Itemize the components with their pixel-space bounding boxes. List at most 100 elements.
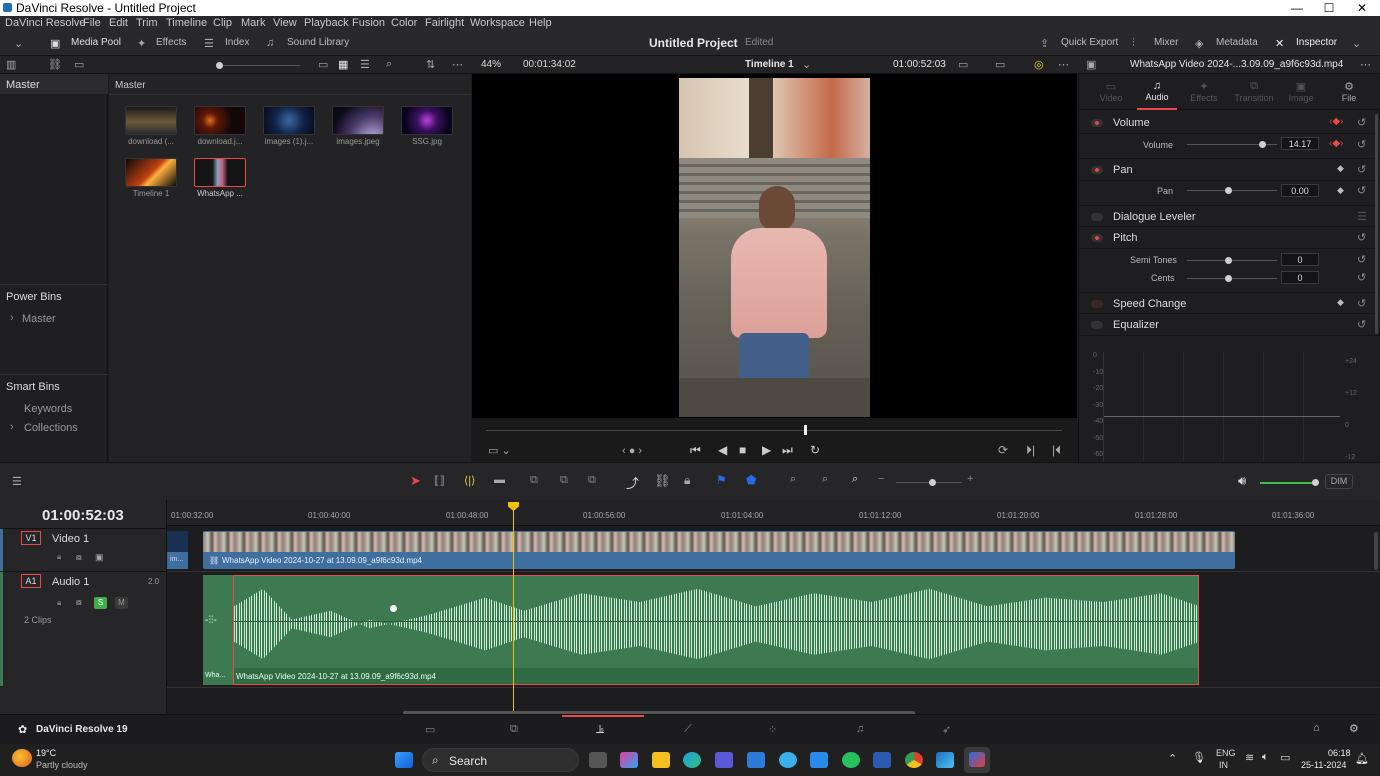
timeline-options-icon[interactable]: ☰ [12,475,22,488]
whatsapp-icon[interactable] [842,752,860,768]
zoom-slider-knob[interactable] [929,479,936,486]
semitones-knob[interactable] [1225,257,1232,264]
index-button[interactable]: Index [225,37,249,48]
inspector-scrollbar[interactable] [1375,114,1378,334]
chat-icon[interactable]: ▭ [74,58,84,71]
clock-time[interactable]: 06:18 [1328,748,1351,758]
chrome-icon[interactable] [905,752,923,768]
speed-enable-toggle[interactable] [1091,300,1103,308]
keyframe-icon[interactable]: ◆ [1337,163,1344,174]
menu-color[interactable]: Color [391,17,417,29]
keyframe-icon[interactable]: ‹◆› [1329,138,1343,149]
media-page-icon[interactable]: ▭ [425,723,435,736]
reset-icon[interactable]: ↺ [1357,271,1366,284]
clock-date[interactable]: 25-11-2024 [1301,760,1346,770]
match-frame-icon[interactable]: ⟳ [998,443,1008,457]
more-options-icon[interactable]: ⋯ [1360,58,1371,71]
notification-bell-icon[interactable]: 🔔︎ [1355,752,1369,765]
lock-icon[interactable]: 🔒︎ [684,473,690,488]
next-edit-icon[interactable]: ⏵| [1026,443,1035,458]
zoom-out-icon[interactable]: − [878,473,884,485]
word-icon[interactable] [873,752,891,768]
menu-playback[interactable]: Playback [304,17,349,29]
power-bin-master[interactable]: Master [22,313,56,325]
media-clip-1[interactable]: download.j... [194,106,246,146]
video-enable-icon[interactable]: ▣ [95,552,104,563]
menu-davinci[interactable]: DaVinci Resolve [5,17,86,29]
a1-track-id[interactable]: A1 [21,574,41,588]
equalizer-enable-toggle[interactable] [1091,321,1103,329]
reset-icon[interactable]: ↺ [1357,116,1366,129]
effects-button[interactable]: Effects [156,37,186,48]
equalizer-header[interactable]: Equalizer ↺ [1079,314,1380,336]
file-explorer-icon[interactable] [652,752,670,768]
zoom-in-icon[interactable]: + [967,473,973,485]
lock-icon[interactable]: 🔒︎ [57,552,61,562]
insert-clip-icon[interactable]: ⧉ [530,474,538,487]
volume-slider-knob[interactable] [1259,141,1266,148]
maximize-button[interactable]: ☐ [1312,0,1346,16]
photos-icon[interactable] [936,752,954,768]
speaker-icon[interactable]: 🔊︎ [1238,473,1246,489]
quick-export-button[interactable]: Quick Export [1061,37,1118,48]
timeline-ruler[interactable]: 01:00:32:00 01:00:40:00 01:00:48:00 01:0… [167,500,1380,526]
equalizer-graph[interactable] [1103,352,1340,462]
zoom-detail-icon[interactable]: ⌕ [822,473,828,486]
link-icon[interactable]: ⛓ [654,473,671,489]
semitones-slider[interactable] [1187,260,1277,261]
media-clip-0[interactable]: download (... [125,106,177,146]
track-scrollbar[interactable] [1374,532,1378,570]
more-options-icon[interactable]: ⋯ [1058,58,1069,71]
reset-icon[interactable]: ↺ [1357,253,1366,266]
viewer-zoom[interactable]: 44% [481,59,501,70]
reset-icon[interactable]: ↺ [1357,231,1366,244]
language-indicator[interactable]: ENG [1216,748,1236,758]
media-clip-6[interactable]: WhatsApp ... [194,158,246,198]
menu-mark[interactable]: Mark [241,17,265,29]
pan-slider[interactable] [1187,190,1277,191]
reset-icon[interactable]: ↺ [1357,297,1366,310]
menu-icon[interactable]: ☰ [1357,210,1367,223]
chevron-right-icon[interactable]: › [10,312,14,324]
dynamic-trim-icon[interactable]: ⟨|⟩ [464,474,475,487]
cents-slider[interactable] [1187,278,1277,279]
reset-icon[interactable]: ↺ [1357,138,1366,151]
menu-help[interactable]: Help [529,17,552,29]
volume-icon[interactable]: 🔈︎ [1262,751,1269,764]
fairlight-page-icon[interactable]: ♫ [856,723,864,735]
tab-transition[interactable]: ⧉ Transition [1229,80,1279,103]
keyframe-icon[interactable]: ‹◆› [1329,116,1343,127]
mail-icon[interactable] [747,752,765,768]
flag-icon[interactable]: ⚑ [716,473,727,487]
solo-button[interactable]: S [94,597,107,609]
keyframe-icon[interactable]: ◆ [1337,185,1344,196]
image-clip[interactable]: im... [167,531,188,569]
output-icon[interactable]: ▭ [995,58,1005,71]
zoom-fit-icon[interactable]: ⌕ [790,473,796,486]
volume-field[interactable]: 14.17 [1281,137,1319,150]
task-view-icon[interactable] [589,752,607,768]
more-options-icon[interactable]: ⋯ [452,58,463,71]
reset-icon[interactable]: ↺ [1357,163,1366,176]
thumbnail-size-knob[interactable] [216,62,223,69]
v1-track-id[interactable]: V1 [21,531,41,545]
media-pool-button[interactable]: Media Pool [71,37,121,48]
search-box[interactable]: ⌕ Search [422,748,579,772]
timeline-selector[interactable]: Timeline 1 [745,59,794,70]
smart-bin-keywords[interactable]: Keywords [24,403,72,415]
vscode-icon[interactable] [810,752,828,768]
prev-edit-icon[interactable]: |⏴ [1052,443,1061,458]
pan-enable-toggle[interactable] [1091,166,1103,174]
master-bin[interactable]: Master [0,74,108,94]
tab-image[interactable]: ▣ Image [1281,80,1321,103]
menu-workspace[interactable]: Workspace [470,17,525,29]
viewer-layout-icon[interactable]: ▭ [958,58,968,71]
play-icon[interactable]: ▶ [762,443,771,457]
pitch-section-header[interactable]: Pitch ↺ [1079,227,1380,249]
chevron-down-icon[interactable]: ⌄ [14,37,23,50]
lock-icon[interactable]: 🔒︎ [57,598,61,608]
sort-icon[interactable]: ⇅ [426,58,435,71]
sound-library-button[interactable]: Sound Library [287,37,349,48]
battery-icon[interactable]: ▭ [1280,751,1290,764]
copilot-icon[interactable] [620,752,638,768]
